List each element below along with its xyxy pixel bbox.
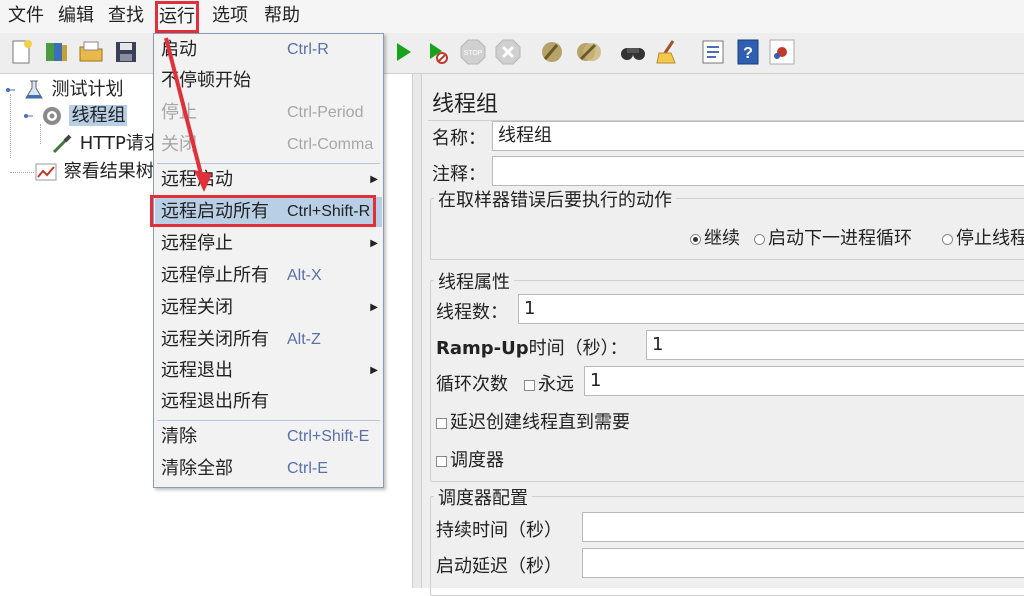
checkbox-icon[interactable] bbox=[436, 417, 447, 429]
scheduler-checkbox[interactable]: 调度器 bbox=[436, 446, 504, 472]
loop-count-label: 循环次数 bbox=[436, 374, 508, 395]
submenu-arrow-icon: ▶ bbox=[370, 302, 378, 313]
tree-node-thread-group[interactable]: 线程组 bbox=[22, 103, 128, 129]
help-icon[interactable]: ? bbox=[733, 37, 763, 67]
split-pane-divider[interactable] bbox=[412, 74, 422, 588]
menu-item-clear[interactable]: 清除 Ctrl+Shift-E bbox=[155, 422, 382, 452]
threads-field[interactable]: 1 bbox=[518, 294, 1024, 324]
reset-search-icon[interactable] bbox=[653, 37, 683, 67]
stop-icon-text: STOP bbox=[464, 50, 483, 57]
sampler-error-title: 在取样器错误后要执行的动作 bbox=[434, 186, 676, 212]
startup-delay-field[interactable] bbox=[582, 548, 1024, 578]
search-icon[interactable] bbox=[618, 37, 648, 67]
flask-icon bbox=[24, 80, 43, 99]
error-option-continue[interactable]: 继续 bbox=[690, 224, 740, 250]
name-field[interactable]: 线程组 bbox=[492, 121, 1024, 151]
threads-label: 线程数： bbox=[436, 302, 508, 323]
rampup-label: Ramp-Up时间（秒）： bbox=[436, 338, 628, 359]
menu-item-remote-exit[interactable]: 远程退出 ▶ bbox=[155, 356, 382, 386]
menu-help[interactable]: 帮助 bbox=[262, 2, 302, 30]
menu-item-remote-stop[interactable]: 远程停止 ▶ bbox=[155, 229, 382, 259]
duration-field[interactable] bbox=[582, 512, 1024, 542]
submenu-arrow-icon: ▶ bbox=[370, 238, 378, 249]
checkbox-icon[interactable] bbox=[524, 379, 535, 391]
submenu-arrow-icon: ▶ bbox=[370, 174, 378, 185]
tree-line bbox=[10, 172, 34, 174]
menu-item-remote-shutdown-all[interactable]: 远程关闭所有 Alt-Z bbox=[155, 325, 382, 355]
name-label: 名称： bbox=[432, 128, 486, 149]
clear-icon[interactable] bbox=[537, 37, 567, 67]
menu-file[interactable]: 文件 bbox=[6, 2, 46, 30]
error-option-next-loop[interactable]: 启动下一进程循环 bbox=[754, 224, 912, 250]
new-icon[interactable] bbox=[6, 37, 36, 67]
menu-edit[interactable]: 编辑 bbox=[56, 2, 96, 30]
menu-search[interactable]: 查找 bbox=[106, 2, 146, 30]
svg-text:?: ? bbox=[743, 45, 753, 62]
tree-line bbox=[40, 124, 42, 144]
delay-thread-creation-checkbox[interactable]: 延迟创建线程直到需要 bbox=[436, 408, 630, 434]
menu-item-clear-all[interactable]: 清除全部 Ctrl-E bbox=[155, 454, 382, 484]
open-icon[interactable] bbox=[76, 37, 106, 67]
radio-icon[interactable] bbox=[942, 233, 953, 245]
thread-group-panel: 线程组 名称： 线程组 注释： 在取样器错误后要执行的动作 继续 启动下一进程循… bbox=[422, 74, 1024, 596]
remote-icon[interactable] bbox=[767, 37, 797, 67]
error-option-stop-thread[interactable]: 停止线程 bbox=[942, 224, 1024, 250]
menu-separator bbox=[157, 420, 380, 421]
radio-icon[interactable] bbox=[754, 233, 765, 245]
comment-field[interactable] bbox=[492, 156, 1024, 186]
tree-node-label: 察看结果树 bbox=[63, 161, 154, 182]
panel-title: 线程组 bbox=[432, 92, 499, 117]
save-icon[interactable] bbox=[111, 37, 141, 67]
menu-item-remote-stop-all[interactable]: 远程停止所有 Alt-X bbox=[155, 261, 382, 291]
checkbox-icon[interactable] bbox=[436, 455, 447, 467]
annotation-arrow-icon bbox=[164, 37, 212, 192]
function-helper-icon[interactable] bbox=[698, 37, 728, 67]
menu-item-remote-exit-all[interactable]: 远程退出所有 bbox=[155, 387, 382, 417]
start-icon[interactable] bbox=[388, 37, 418, 67]
start-no-timers-icon[interactable] bbox=[422, 37, 452, 67]
submenu-arrow-icon: ▶ bbox=[370, 365, 378, 376]
menu-options[interactable]: 选项 bbox=[210, 2, 250, 30]
loop-count-field[interactable]: 1 bbox=[584, 366, 1024, 396]
gear-icon bbox=[42, 107, 61, 125]
duration-label: 持续时间（秒） bbox=[436, 520, 562, 541]
radio-icon[interactable] bbox=[690, 233, 701, 245]
tree-node-label: 线程组 bbox=[69, 105, 128, 126]
startup-delay-label: 启动延迟（秒） bbox=[436, 556, 562, 577]
rampup-field[interactable]: 1 bbox=[646, 330, 1024, 360]
forever-checkbox[interactable]: 永远 bbox=[524, 370, 574, 396]
comment-label: 注释： bbox=[432, 164, 486, 185]
tree-node-label: 测试计划 bbox=[51, 79, 124, 100]
stop-icon[interactable]: STOP bbox=[458, 37, 488, 67]
tree-node-http-request[interactable]: HTTP请求 bbox=[50, 131, 162, 157]
clear-all-icon[interactable] bbox=[573, 37, 603, 67]
expand-handle-icon[interactable] bbox=[22, 110, 34, 122]
scheduler-config-title: 调度器配置 bbox=[434, 484, 532, 510]
scheduler-config-group bbox=[430, 496, 1024, 596]
tree-node-view-results-tree[interactable]: 察看结果树 bbox=[34, 159, 154, 185]
shutdown-icon[interactable] bbox=[493, 37, 523, 67]
menu-item-remote-shutdown[interactable]: 远程关闭 ▶ bbox=[155, 293, 382, 323]
tree-line bbox=[10, 94, 12, 158]
chart-icon bbox=[35, 163, 57, 181]
tree-node-test-plan[interactable]: 测试计划 bbox=[4, 77, 123, 103]
thread-properties-title: 线程属性 bbox=[434, 268, 514, 294]
pipette-icon bbox=[52, 134, 72, 154]
templates-icon[interactable] bbox=[41, 37, 71, 67]
